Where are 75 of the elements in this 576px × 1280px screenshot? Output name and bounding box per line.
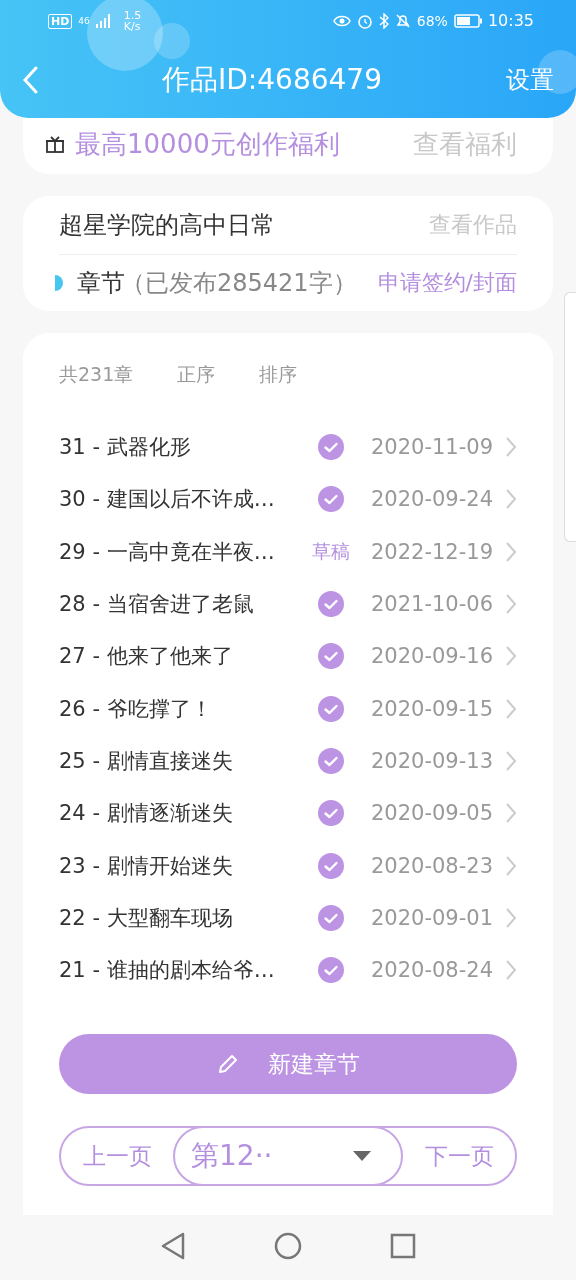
chapter-title: 21 - 谁抽的剧本给爷… (59, 957, 276, 985)
chevron-icon (505, 540, 517, 563)
hd-indicator: HD (48, 13, 73, 29)
clock: 10:35 (487, 13, 534, 29)
battery-icon (453, 14, 482, 28)
chapter-title: 27 - 他来了他来了 (59, 643, 234, 671)
chevron-icon (505, 697, 517, 720)
chapter-row[interactable]: 25 - 剧情直接迷失 2020-09-13 (59, 734, 517, 788)
welfare-text: 最高10000元创作福利 (75, 127, 340, 161)
page-title: 作品ID:4686479 (161, 62, 383, 98)
network-speed: 1.5 (123, 10, 142, 21)
chapter-date: 2021-10-06 (369, 592, 494, 617)
chapter-title: 31 - 武器化形 (59, 434, 192, 462)
chapter-title: 25 - 剧情直接迷失 (59, 747, 234, 775)
chapter-title: 26 - 爷吃撑了！ (59, 695, 213, 723)
eye-icon (332, 15, 351, 27)
check-icon (318, 591, 344, 618)
chapter-title: 30 - 建国以后不许成… (59, 486, 276, 514)
chapter-row[interactable]: 28 - 当宿舍进了老鼠 2021-10-06 (59, 577, 517, 631)
check-icon (318, 957, 344, 984)
chapter-date: 2020-08-23 (369, 853, 494, 878)
check-icon (318, 904, 344, 931)
caret-icon (353, 1151, 371, 1162)
signal-icon (95, 14, 112, 28)
chapter-date: 2020-08-24 (369, 958, 494, 983)
chapter-row[interactable]: 26 - 爷吃撑了！ 2020-09-15 (59, 682, 517, 735)
check-icon (318, 800, 344, 827)
chapter-row[interactable]: 22 - 大型翻车现场 2020-09-01 (59, 891, 517, 944)
chevron-icon (505, 854, 517, 877)
gift-icon (45, 135, 65, 153)
chevron-icon (505, 645, 517, 668)
chapter-row[interactable]: 29 - 一高中竟在半夜… 草稿 2022-12-19 (59, 525, 517, 578)
chapter-row[interactable]: 23 - 剧情开始迷失 2020-08-23 (59, 839, 517, 892)
chevron-icon (505, 959, 517, 982)
chapter-date: 2020-09-24 (369, 487, 494, 512)
marker-icon (55, 275, 63, 291)
chapters-label: 章节 (77, 268, 125, 299)
chapter-title: 23 - 剧情开始迷失 (59, 852, 234, 880)
chapter-title: 28 - 当宿舍进了老鼠 (59, 591, 255, 619)
chapter-row[interactable]: 30 - 建国以后不许成… 2020-09-24 (59, 473, 517, 526)
muted-bell-icon (394, 13, 411, 29)
chapter-row[interactable]: 21 - 谁抽的剧本给爷… 2020-08-24 (59, 943, 517, 997)
chapter-date: 2022-12-19 (369, 539, 494, 564)
chevron-icon (505, 802, 517, 825)
chapter-date: 2020-09-05 (369, 801, 494, 826)
chevron-icon (505, 488, 517, 511)
chapter-date: 2020-11-09 (369, 435, 494, 460)
chapter-title: 22 - 大型翻车现场 (59, 904, 234, 932)
chevron-icon (505, 906, 517, 929)
chapter-date: 2020-09-15 (369, 696, 494, 721)
chapter-row[interactable]: 31 - 武器化形 2020-11-09 (59, 421, 517, 474)
chapter-row[interactable]: 27 - 他来了他来了 2020-09-16 (59, 630, 517, 683)
chevron-icon (505, 436, 517, 459)
chapter-count: 共231章 (59, 362, 134, 387)
check-icon (318, 695, 344, 722)
check-icon (318, 434, 344, 461)
network-type: 46 (78, 16, 90, 26)
check-icon (318, 852, 344, 879)
chapter-title: 29 - 一高中竟在半夜… (59, 538, 276, 566)
check-icon (318, 643, 344, 670)
chapter-title: 24 - 剧情逐渐迷失 (59, 800, 234, 828)
battery-percent: 68% (416, 14, 448, 28)
draft-label: 草稿 (312, 538, 350, 564)
work-title: 超星学院的高中日常 (59, 210, 275, 241)
bluetooth-icon (378, 13, 389, 29)
chapter-date: 2020-09-01 (369, 905, 494, 930)
chevron-icon (505, 593, 517, 616)
speed-unit: K/s (123, 21, 142, 32)
chapter-row[interactable]: 24 - 剧情逐渐迷失 2020-09-05 (59, 787, 517, 840)
chapter-date: 2020-09-16 (369, 644, 494, 669)
check-icon (318, 747, 344, 774)
chapter-date: 2020-09-13 (369, 748, 494, 773)
check-icon (318, 486, 344, 513)
alarm-icon (356, 13, 373, 29)
chevron-icon (505, 749, 517, 772)
